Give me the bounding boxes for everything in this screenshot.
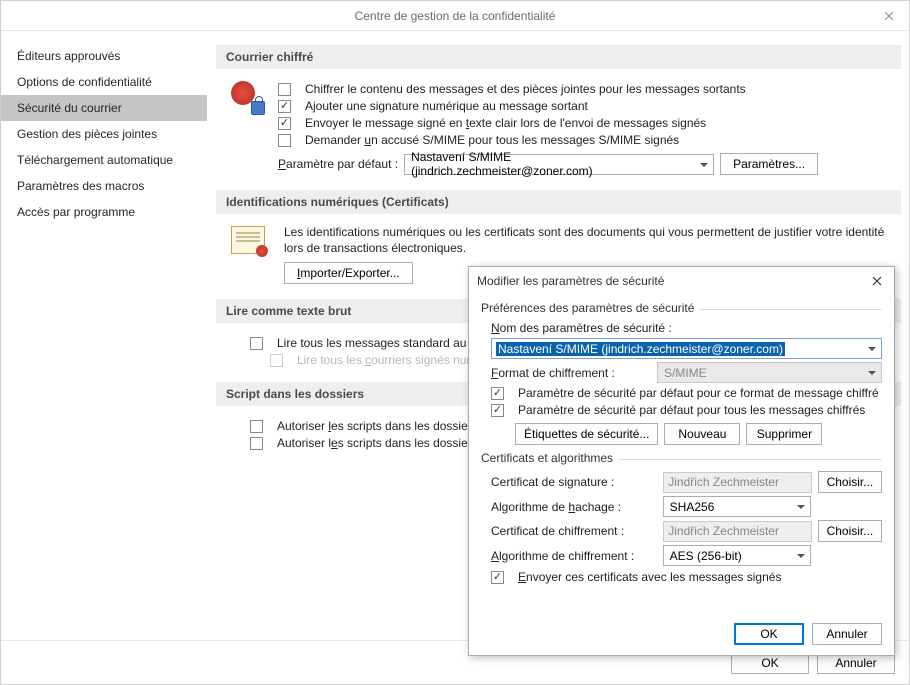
- opt-encrypt-row[interactable]: Chiffrer le contenu des messages et des …: [278, 82, 891, 96]
- checkbox-script-shared[interactable]: [250, 420, 263, 433]
- checkbox-sign[interactable]: [278, 100, 291, 113]
- prefs-fieldset-label: Préférences des paramètres de sécurité: [481, 301, 694, 317]
- checkbox-cleartext[interactable]: [278, 117, 291, 130]
- modal-cancel-button[interactable]: Annuler: [812, 623, 882, 645]
- format-value: S/MIME: [664, 366, 707, 380]
- opt-default-all-row[interactable]: Paramètre de sécurité par défaut pour to…: [491, 403, 882, 417]
- checkbox-encrypt[interactable]: [278, 83, 291, 96]
- security-labels-button[interactable]: Étiquettes de sécurité...: [515, 423, 658, 445]
- certs-fieldset-label: Certificats et algorithmes: [481, 451, 613, 467]
- window-title: Centre de gestion de la confidentialité: [355, 9, 556, 23]
- enc-algo-value: AES (256-bit): [670, 549, 742, 563]
- group-header-encrypted-mail: Courrier chiffré: [216, 45, 901, 69]
- choose-enc-cert-button[interactable]: Choisir...: [818, 520, 882, 542]
- opt-default-format-label: Paramètre de sécurité par défaut pour ce…: [518, 386, 879, 400]
- digital-ids-desc: Les identifications numériques ou les ce…: [284, 224, 891, 256]
- checkbox-receipt[interactable]: [278, 134, 291, 147]
- close-icon: [872, 276, 882, 286]
- opt-sign-row[interactable]: Ajouter une signature numérique au messa…: [278, 99, 891, 113]
- settings-button[interactable]: Paramètres...: [720, 153, 818, 175]
- sidebar-item-macro-settings[interactable]: Paramètres des macros: [1, 173, 207, 199]
- name-label: Nom des paramètres de sécurité :: [491, 321, 672, 335]
- opt-read-signed-label: Lire tous les courriers signés numériq: [297, 353, 496, 367]
- checkbox-default-all[interactable]: [491, 404, 504, 417]
- sidebar-item-attachment-handling[interactable]: Gestion des pièces jointes: [1, 121, 207, 147]
- hash-value: SHA256: [670, 500, 715, 514]
- enc-cert-label: Certificat de chiffrement :: [491, 524, 657, 538]
- enc-cert-field: Jindřich Zechmeister: [663, 521, 812, 542]
- choose-sign-cert-button[interactable]: Choisir...: [818, 471, 882, 493]
- opt-sign-label: Ajouter une signature numérique au messa…: [305, 99, 588, 113]
- checkbox-script-public[interactable]: [250, 437, 263, 450]
- close-button[interactable]: [869, 1, 909, 31]
- modal-footer: OK Annuler: [469, 617, 894, 655]
- opt-default-format-row[interactable]: Paramètre de sécurité par défaut pour ce…: [491, 386, 882, 400]
- sidebar-item-email-security[interactable]: Sécurité du courrier: [1, 95, 207, 121]
- opt-cleartext-label: Envoyer le message signé en texte clair …: [305, 116, 706, 130]
- opt-send-certs-label: Envoyer ces certificats avec les message…: [518, 570, 781, 584]
- sign-cert-label: Certificat de signature :: [491, 475, 657, 489]
- sidebar-item-trusted-publishers[interactable]: Éditeurs approuvés: [1, 43, 207, 69]
- settings-name-value: Nastavení S/MIME (jindrich.zechmeister@z…: [496, 342, 785, 356]
- enc-algo-label: Algorithme de chiffrement :: [491, 549, 657, 563]
- modal-titlebar: Modifier les paramètres de sécurité: [469, 267, 894, 295]
- checkbox-send-certs[interactable]: [491, 571, 504, 584]
- opt-cleartext-row[interactable]: Envoyer le message signé en texte clair …: [278, 116, 891, 130]
- divider: [619, 459, 882, 460]
- opt-encrypt-label: Chiffrer le contenu des messages et des …: [305, 82, 746, 96]
- modal-body: Préférences des paramètres de sécurité N…: [469, 295, 894, 617]
- default-param-value: Nastavení S/MIME (jindrich.zechmeister@z…: [411, 150, 695, 178]
- seal-lock-icon: [226, 79, 270, 178]
- settings-name-dropdown[interactable]: Nastavení S/MIME (jindrich.zechmeister@z…: [491, 338, 882, 359]
- sign-cert-field: Jindřich Zechmeister: [663, 472, 812, 493]
- sidebar-item-programmatic-access[interactable]: Accès par programme: [1, 199, 207, 225]
- titlebar: Centre de gestion de la confidentialité: [1, 1, 909, 31]
- delete-button[interactable]: Supprimer: [746, 423, 822, 445]
- hash-label: Algorithme de hachage :: [491, 500, 657, 514]
- enc-algo-dropdown[interactable]: AES (256-bit): [663, 545, 811, 566]
- group-body-encrypted-mail: Chiffrer le contenu des messages et des …: [216, 75, 901, 182]
- default-param-label: Paramètre par défaut :: [278, 157, 398, 171]
- modal-ok-button[interactable]: OK: [734, 623, 804, 645]
- opt-send-certs-row[interactable]: Envoyer ces certificats avec les message…: [491, 570, 882, 584]
- hash-algo-dropdown[interactable]: SHA256: [663, 496, 811, 517]
- security-settings-dialog: Modifier les paramètres de sécurité Préf…: [468, 266, 895, 656]
- opt-receipt-row[interactable]: Demander un accusé S/MIME pour tous les …: [278, 133, 891, 147]
- checkbox-read-standard[interactable]: [250, 337, 263, 350]
- sidebar-item-privacy-options[interactable]: Options de confidentialité: [1, 69, 207, 95]
- default-param-dropdown[interactable]: Nastavení S/MIME (jindrich.zechmeister@z…: [404, 154, 714, 175]
- certificate-icon: [226, 224, 270, 287]
- modal-title: Modifier les paramètres de sécurité: [477, 274, 664, 288]
- sidebar-item-automatic-download[interactable]: Téléchargement automatique: [1, 147, 207, 173]
- trust-center-window: Centre de gestion de la confidentialité …: [0, 0, 910, 685]
- modal-close-button[interactable]: [868, 274, 886, 289]
- checkbox-default-format[interactable]: [491, 387, 504, 400]
- new-button[interactable]: Nouveau: [664, 423, 740, 445]
- opt-receipt-label: Demander un accusé S/MIME pour tous les …: [305, 133, 679, 147]
- import-export-button[interactable]: Importer/Exporter...: [284, 262, 413, 284]
- sidebar: Éditeurs approuvés Options de confidenti…: [1, 31, 208, 641]
- format-label: Format de chiffrement :: [491, 366, 651, 380]
- checkbox-read-signed: [270, 354, 283, 367]
- group-header-digital-ids: Identifications numériques (Certificats): [216, 190, 901, 214]
- format-dropdown: S/MIME: [657, 362, 882, 383]
- opt-default-all-label: Paramètre de sécurité par défaut pour to…: [518, 403, 865, 417]
- close-icon: [884, 11, 894, 21]
- divider: [700, 309, 882, 310]
